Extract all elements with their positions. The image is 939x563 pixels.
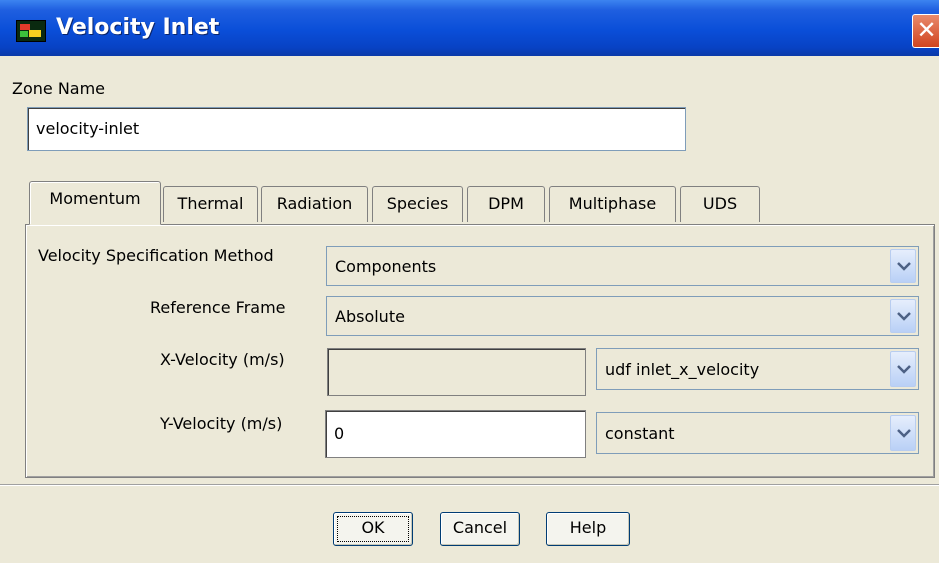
cancel-button[interactable]: Cancel bbox=[440, 512, 520, 546]
chevron-down-icon[interactable] bbox=[890, 249, 916, 283]
window-title: Velocity Inlet bbox=[56, 15, 220, 40]
zone-name-input[interactable]: velocity-inlet bbox=[27, 107, 686, 151]
reference-frame-select[interactable]: Absolute bbox=[326, 296, 919, 336]
chevron-down-icon[interactable] bbox=[890, 415, 916, 451]
y-velocity-profile-value: constant bbox=[605, 424, 675, 443]
x-velocity-profile-value: udf inlet_x_velocity bbox=[605, 360, 760, 379]
x-velocity-profile-select[interactable]: udf inlet_x_velocity bbox=[596, 348, 919, 390]
y-velocity-label: Y-Velocity (m/s) bbox=[160, 414, 283, 433]
tab-radiation[interactable]: Radiation bbox=[261, 186, 368, 222]
close-button[interactable]: ✕ bbox=[912, 14, 939, 48]
tab-momentum[interactable]: Momentum bbox=[29, 181, 161, 225]
y-velocity-profile-select[interactable]: constant bbox=[596, 412, 919, 454]
zone-name-label: Zone Name bbox=[12, 79, 106, 98]
tab-species[interactable]: Species bbox=[372, 186, 463, 222]
tab-thermal[interactable]: Thermal bbox=[163, 186, 258, 222]
x-velocity-input bbox=[327, 348, 586, 396]
velocity-spec-select[interactable]: Components bbox=[326, 246, 919, 286]
velocity-spec-label: Velocity Specification Method bbox=[38, 246, 274, 265]
focus-ring bbox=[337, 516, 409, 542]
reference-frame-label: Reference Frame bbox=[150, 298, 286, 317]
help-button[interactable]: Help bbox=[546, 512, 630, 546]
ok-button[interactable]: OK bbox=[333, 512, 413, 546]
close-icon: ✕ bbox=[916, 16, 937, 44]
title-bar[interactable]: Velocity Inlet ✕ bbox=[0, 0, 939, 56]
cancel-button-label: Cancel bbox=[452, 518, 508, 537]
chevron-down-icon[interactable] bbox=[890, 299, 916, 333]
tab-uds[interactable]: UDS bbox=[680, 186, 760, 222]
velocity-spec-value: Components bbox=[335, 257, 437, 276]
reference-frame-value: Absolute bbox=[335, 307, 405, 326]
chevron-down-icon[interactable] bbox=[890, 351, 916, 387]
divider bbox=[0, 484, 939, 486]
help-button-label: Help bbox=[569, 518, 607, 537]
x-velocity-label: X-Velocity (m/s) bbox=[160, 350, 285, 369]
tab-multiphase[interactable]: Multiphase bbox=[549, 186, 676, 222]
y-velocity-input[interactable]: 0 bbox=[325, 410, 586, 458]
tab-dpm[interactable]: DPM bbox=[467, 186, 545, 222]
velocity-inlet-dialog: Velocity Inlet ✕ Zone Name velocity-inle… bbox=[0, 0, 939, 563]
fluent-app-icon bbox=[16, 20, 46, 42]
